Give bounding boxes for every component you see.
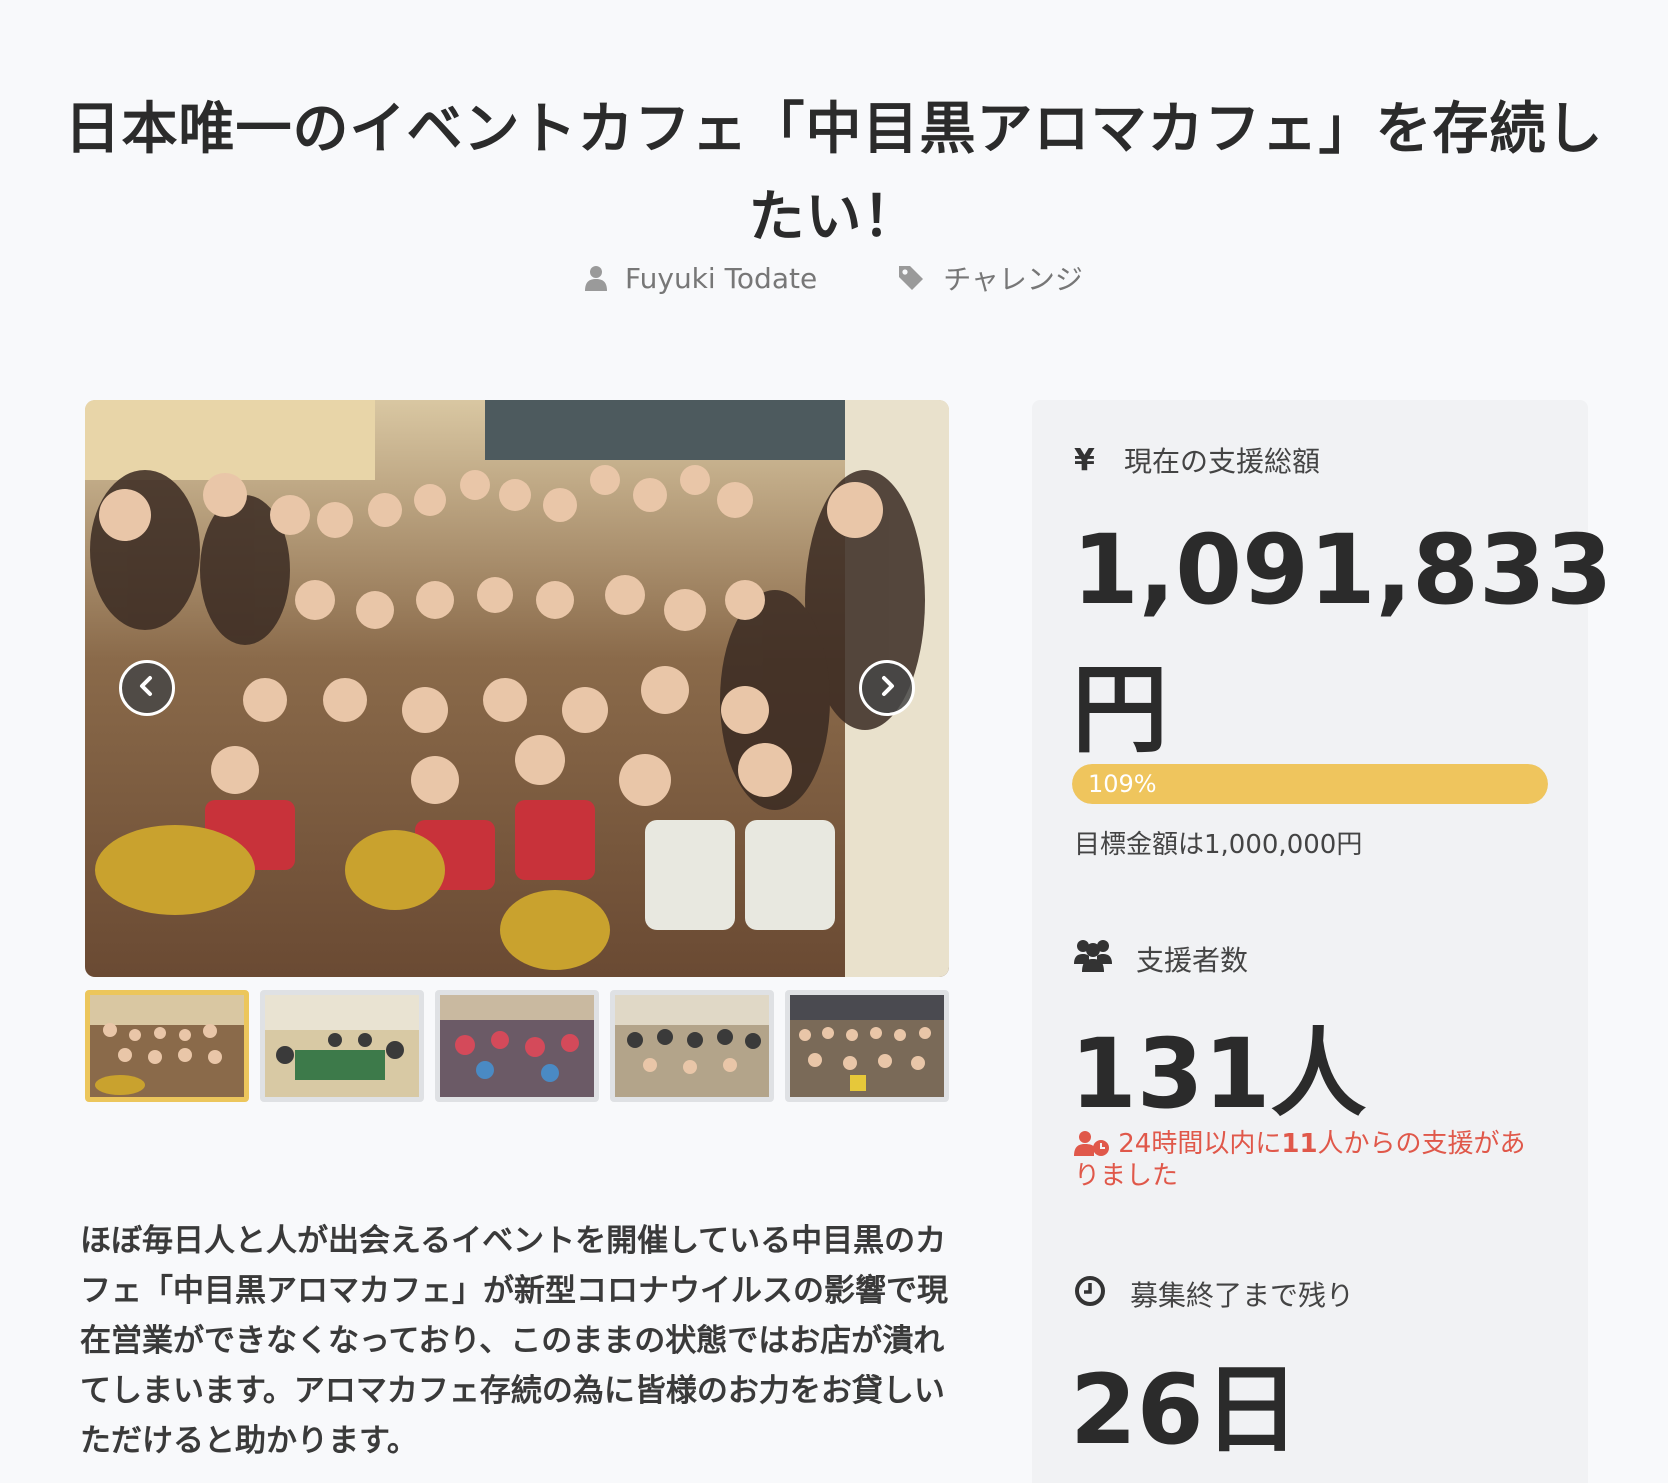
supporters-label-row: 支援者数 [1074, 938, 1248, 979]
tag-icon [897, 264, 925, 292]
gallery-thumbnail-2[interactable] [260, 990, 424, 1102]
gallery-thumbnails [85, 990, 949, 1102]
recent-count: 11 [1281, 1129, 1318, 1159]
recent-support-notice: 24時間以内に11人からの支援がありました [1074, 1128, 1544, 1192]
total-label-row: ¥ 現在の支援総額 [1074, 440, 1320, 480]
supporters-count: 131人 [1070, 1018, 1367, 1130]
gallery-thumbnail-4[interactable] [610, 990, 774, 1102]
funding-progress-bar: 109% [1072, 764, 1548, 804]
page-title: 日本唯一のイベントカフェ「中目黒アロマカフェ」を存続したい！ [64, 96, 1604, 250]
category-link[interactable]: チャレンジ [897, 258, 1083, 298]
main-photo [85, 400, 949, 977]
gallery-thumbnail-3[interactable] [435, 990, 599, 1102]
author-name: Fuyuki Todate [625, 261, 818, 295]
category-name: チャレンジ [943, 263, 1083, 296]
gallery-thumbnail-1[interactable] [85, 990, 249, 1102]
user-clock-icon [1074, 1129, 1118, 1159]
recent-prefix: 24時間以内に [1118, 1129, 1282, 1159]
gallery-next-button[interactable] [859, 660, 915, 716]
remaining-days: 26日 [1070, 1354, 1300, 1466]
total-amount: 1,091,833円 [1072, 514, 1613, 766]
project-meta: Fuyuki Todate チャレンジ [0, 258, 1668, 298]
gallery-prev-button[interactable] [119, 660, 175, 716]
goal-amount: 目標金額は1,000,000円 [1074, 830, 1363, 860]
total-label: 現在の支援総額 [1124, 445, 1321, 478]
user-icon [585, 265, 608, 291]
funding-panel: ¥ 現在の支援総額 1,091,833円 109% 目標金額は1,000,000… [1032, 400, 1613, 1483]
gallery-thumbnail-5[interactable] [785, 990, 949, 1102]
clock-icon [1074, 1275, 1106, 1314]
chevron-left-icon [136, 675, 158, 701]
yen-icon: ¥ [1074, 442, 1095, 478]
remaining-label-row: 募集終了まで残り [1074, 1274, 1354, 1314]
chevron-right-icon [876, 675, 898, 701]
photo-gallery [85, 400, 949, 977]
project-page: 日本唯一のイベントカフェ「中目黒アロマカフェ」を存続したい！ Fuyuki To… [0, 0, 1668, 1483]
author-link[interactable]: Fuyuki Todate [585, 258, 817, 298]
progress-label: 109% [1088, 770, 1157, 798]
project-description: ほぼ毎日人と人が出会えるイベントを開催している中目黒のカフェ「中目黒アロマカフェ… [80, 1223, 948, 1459]
remaining-label: 募集終了まで残り [1130, 1279, 1355, 1312]
supporters-label: 支援者数 [1136, 943, 1249, 977]
users-icon [1074, 938, 1112, 979]
